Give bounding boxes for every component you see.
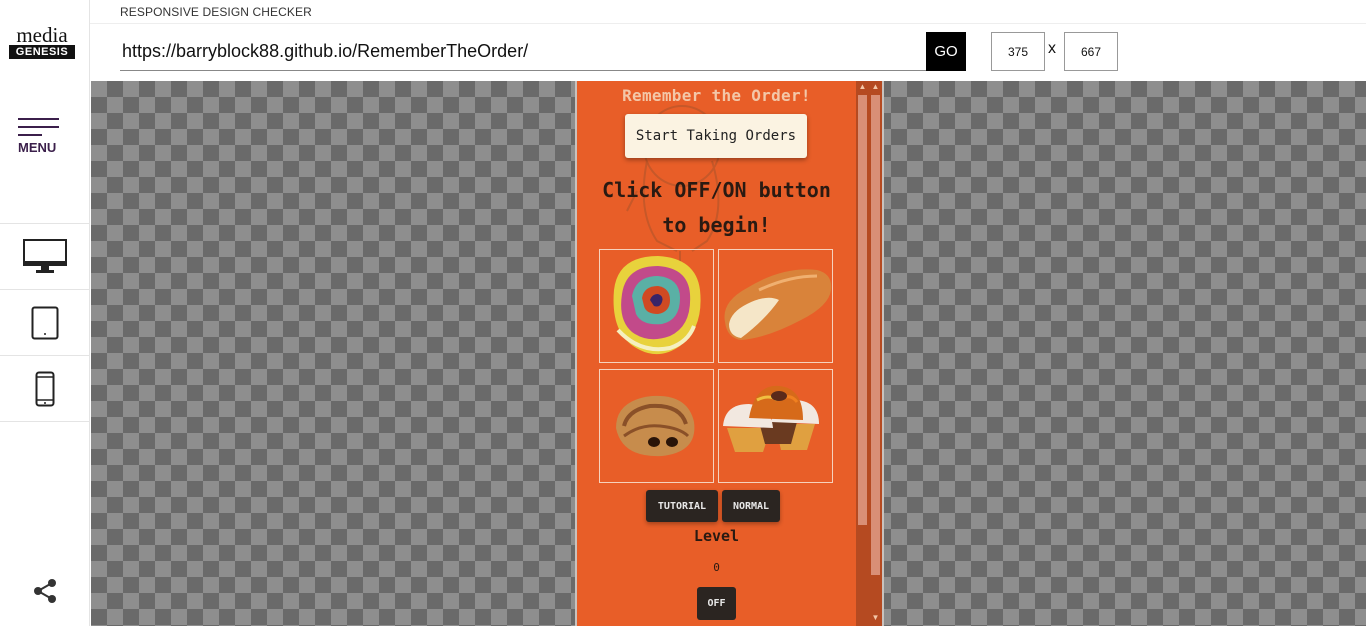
app-scrollbar-thumb[interactable] [858, 95, 867, 525]
dimension-separator: x [1048, 40, 1056, 57]
logo-line2: GENESIS [9, 45, 75, 59]
share-icon [34, 579, 56, 603]
height-input[interactable] [1064, 32, 1118, 71]
frame-scrollbar[interactable]: ▲ ▼ [869, 81, 882, 626]
tutorial-button[interactable]: TUTORIAL [646, 490, 718, 522]
level-label: Level [693, 527, 740, 545]
cinnamon-roll-image [613, 256, 701, 355]
tile-pain-au-chocolat[interactable] [599, 369, 714, 483]
frame-scrollbar-thumb[interactable] [871, 95, 880, 575]
phone-view-button[interactable] [0, 356, 90, 422]
scroll-up-icon[interactable]: ▲ [856, 81, 869, 93]
normal-button[interactable]: NORMAL [722, 490, 780, 522]
pain-au-chocolat-image [616, 395, 695, 457]
instruction-line1: Click OFF/ON button [602, 178, 831, 202]
menu-label: MENU [18, 140, 57, 155]
on-off-button[interactable]: OFF [697, 587, 736, 620]
instruction-text: Click OFF/ON button to begin! [577, 173, 856, 243]
url-input[interactable] [120, 33, 926, 71]
bread-roll-image [724, 269, 832, 340]
tile-cupcakes[interactable] [718, 369, 833, 483]
logo-line1: media [16, 23, 68, 47]
cupcakes-image [723, 385, 819, 452]
app-title: Remember the Order! [622, 86, 811, 105]
sidebar: media GENESIS MENU [0, 0, 90, 626]
sidebar-divider [0, 421, 90, 422]
media-genesis-logo[interactable]: media GENESIS [9, 23, 75, 59]
go-button[interactable]: GO [926, 32, 966, 71]
app-viewport: Remember the Order! Start Taking Orders … [577, 81, 856, 626]
width-input[interactable] [991, 32, 1045, 71]
share-button[interactable] [31, 577, 59, 605]
hamburger-icon [18, 118, 62, 136]
preview-frame[interactable]: Remember the Order! Start Taking Orders … [575, 81, 884, 626]
page-title: RESPONSIVE DESIGN CHECKER [120, 5, 312, 19]
instruction-line2: to begin! [662, 213, 771, 237]
tile-cinnamon-roll[interactable] [599, 249, 714, 363]
scroll-down-icon[interactable]: ▼ [869, 612, 882, 624]
header-divider [90, 23, 1366, 24]
start-taking-orders-button[interactable]: Start Taking Orders [625, 114, 807, 158]
tablet-icon [31, 306, 59, 340]
desktop-icon [23, 239, 67, 273]
menu-button[interactable]: MENU [18, 118, 62, 170]
scroll-up-icon[interactable]: ▲ [869, 81, 882, 93]
tablet-view-button[interactable] [0, 290, 90, 356]
phone-icon [35, 371, 55, 407]
desktop-view-button[interactable] [0, 224, 90, 290]
tile-bread-roll[interactable] [718, 249, 833, 363]
level-value: 0 [713, 561, 720, 574]
app-scrollbar[interactable]: ▲ [856, 81, 869, 626]
